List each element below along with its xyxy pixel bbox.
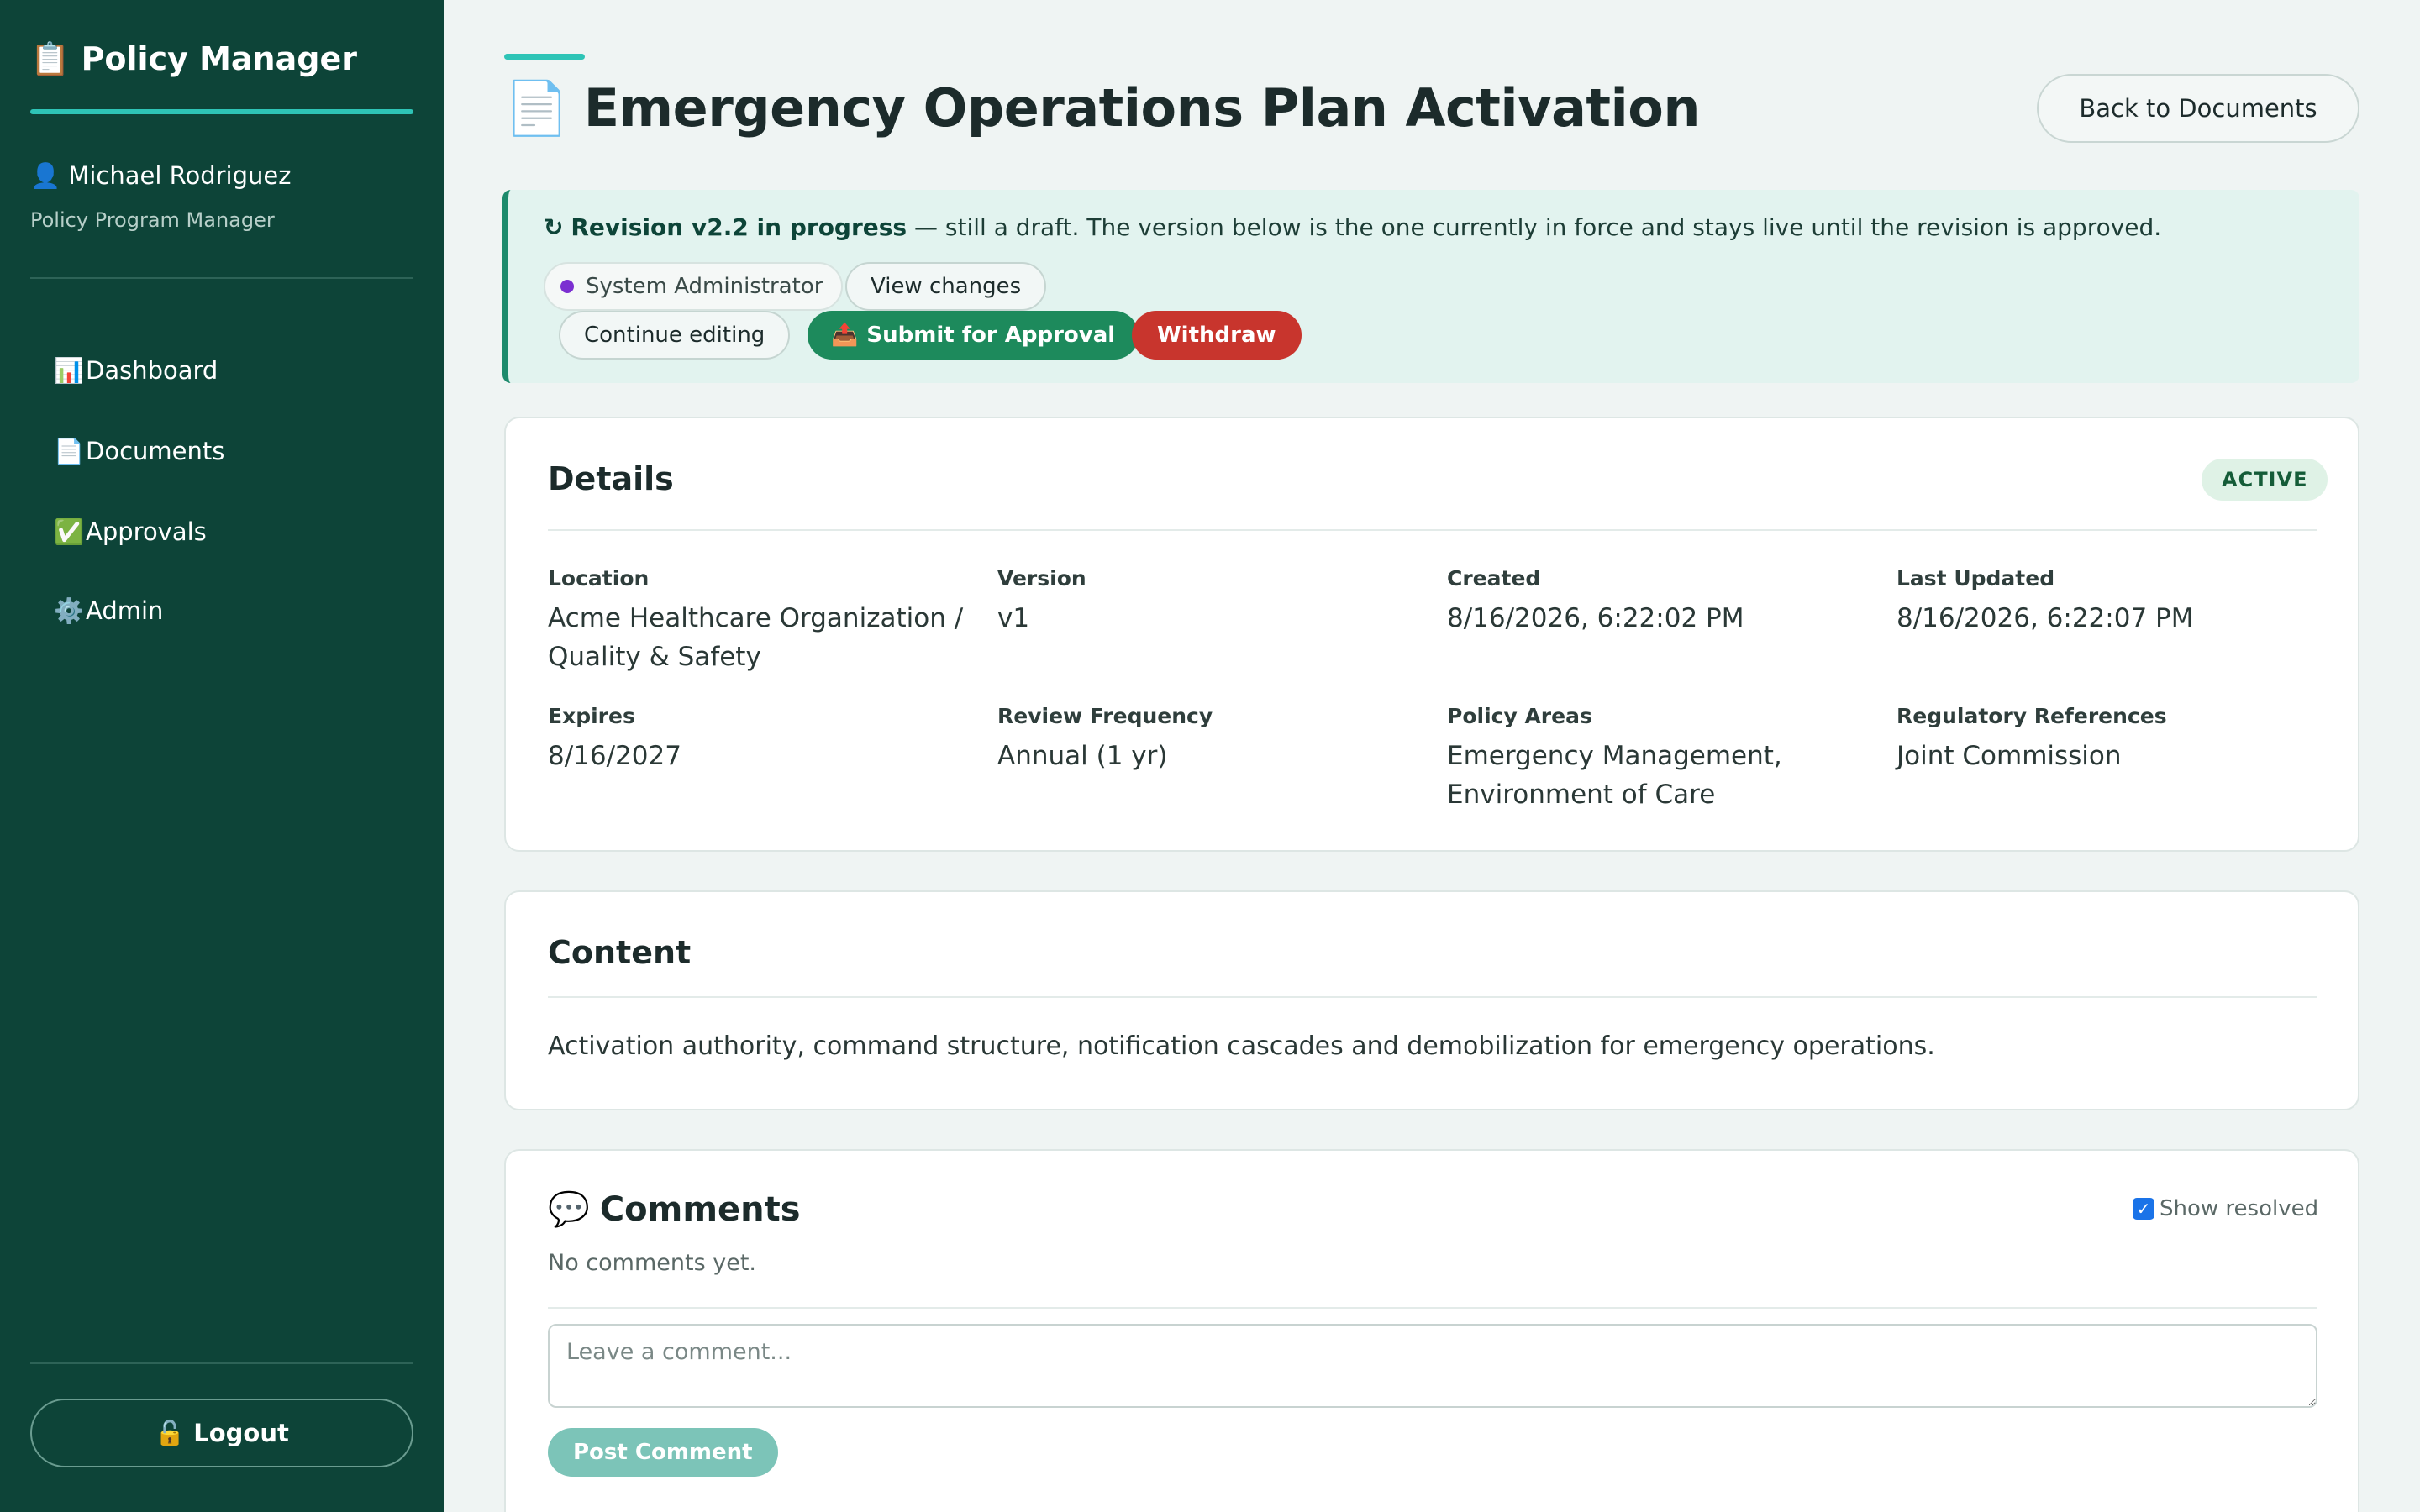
logout-button[interactable]: 🔓 Logout (30, 1399, 413, 1467)
empty-comments-message: No comments yet. (548, 1250, 756, 1276)
outbox-icon: 📤 (831, 323, 859, 348)
field-label: Regulatory References (1897, 704, 2167, 728)
clipboard-icon: 📋 (30, 40, 71, 77)
speech-bubble-icon: 💬 (548, 1190, 590, 1229)
user-role: Policy Program Manager (30, 208, 275, 232)
field-created: Created 8/16/2026, 6:22:02 PM (1447, 566, 1876, 638)
card-divider (548, 1307, 2317, 1309)
gear-icon: ⚙️ (54, 596, 85, 625)
chart-icon: 📊 (54, 356, 85, 385)
unlock-icon: 🔓 (155, 1418, 186, 1447)
card-divider (548, 529, 2317, 531)
field-value: Joint Commission (1897, 741, 2122, 771)
submit-label: Submit for Approval (866, 323, 1116, 348)
view-changes-button[interactable]: View changes (845, 262, 1047, 311)
sidebar-item-approvals[interactable]: ✅Approvals (54, 517, 207, 547)
field-value: 8/16/2027 (548, 741, 681, 771)
user-name: Michael Rodriguez (68, 161, 292, 190)
sidebar-item-label: Documents (86, 437, 225, 465)
checkmark-icon: ✅ (54, 517, 85, 546)
revision-title: Revision v2.2 in progress (571, 213, 908, 241)
back-to-documents-button[interactable]: Back to Documents (2037, 74, 2360, 143)
field-label: Version (997, 566, 1086, 591)
comments-title-text: Comments (599, 1190, 801, 1229)
document-icon: 📄 (54, 437, 85, 465)
app-title: Policy Manager (81, 40, 357, 77)
field-value: Annual (1 yr) (997, 741, 1168, 771)
current-user: 👤 Michael Rodriguez (30, 161, 291, 191)
details-title: Details (548, 460, 674, 497)
field-label: Created (1447, 566, 1541, 591)
revision-author-chip: System Administrator (544, 262, 844, 311)
page-title-text: Emergency Operations Plan Activation (583, 77, 1701, 139)
field-label: Expires (548, 704, 635, 728)
field-expires: Expires 8/16/2027 (548, 704, 976, 775)
card-divider (548, 996, 2317, 998)
sidebar-item-label: Approvals (86, 517, 207, 546)
sidebar: 📋 Policy Manager 👤 Michael Rodriguez Pol… (0, 0, 444, 1512)
withdraw-button[interactable]: Withdraw (1132, 311, 1302, 360)
field-location: Location Acme Healthcare Organization / … (548, 566, 976, 676)
show-resolved-checkbox[interactable]: ✓ (2133, 1198, 2154, 1220)
revision-description: — still a draft. The version below is th… (907, 213, 2162, 241)
app-brand: 📋 Policy Manager (30, 40, 357, 78)
field-review-frequency: Review Frequency Annual (1 yr) (997, 704, 1426, 775)
field-label: Policy Areas (1447, 704, 1592, 728)
document-icon: 📄 (504, 77, 569, 139)
sidebar-item-admin[interactable]: ⚙️Admin (54, 596, 163, 626)
content-body: Activation authority, command structure,… (548, 1032, 1935, 1061)
sidebar-item-dashboard[interactable]: 📊Dashboard (54, 356, 218, 386)
revision-banner: ↻ Revision v2.2 in progress — still a dr… (502, 190, 2360, 383)
field-regulatory-references: Regulatory References Joint Commission (1897, 704, 2325, 775)
user-icon: 👤 (30, 161, 61, 190)
show-resolved-label: Show resolved (2160, 1196, 2319, 1221)
logout-label: Logout (193, 1419, 289, 1447)
revision-author: System Administrator (586, 274, 823, 299)
sidebar-item-label: Dashboard (86, 356, 218, 385)
revision-icon: ↻ (544, 213, 564, 241)
show-resolved-toggle[interactable]: ✓ Show resolved (2133, 1196, 2318, 1221)
status-dot (560, 280, 574, 293)
status-badge: ACTIVE (2202, 459, 2328, 501)
field-label: Location (548, 566, 650, 591)
sidebar-divider (30, 277, 413, 279)
sidebar-divider (30, 1362, 413, 1364)
comment-input[interactable] (548, 1324, 2317, 1408)
sidebar-item-label: Admin (86, 596, 164, 625)
title-accent-bar (504, 54, 585, 60)
post-comment-button[interactable]: Post Comment (548, 1428, 778, 1477)
details-card: Details ACTIVE Location Acme Healthcare … (504, 417, 2360, 852)
field-last-updated: Last Updated 8/16/2026, 6:22:07 PM (1897, 566, 2325, 638)
comments-title: 💬 Comments (548, 1189, 801, 1229)
revision-message: ↻ Revision v2.2 in progress — still a dr… (544, 213, 2161, 241)
submit-for-approval-button[interactable]: 📤 Submit for Approval (808, 311, 1139, 360)
page-title: 📄 Emergency Operations Plan Activation (504, 77, 1701, 139)
field-value: 8/16/2026, 6:22:07 PM (1897, 603, 2194, 633)
field-label: Last Updated (1897, 566, 2055, 591)
field-label: Review Frequency (997, 704, 1213, 728)
content-card: Content Activation authority, command st… (504, 890, 2360, 1110)
comments-card: 💬 Comments ✓ Show resolved No comments ye… (504, 1149, 2360, 1512)
field-value: 8/16/2026, 6:22:02 PM (1447, 603, 1744, 633)
brand-underline (30, 109, 413, 114)
content-title: Content (548, 934, 692, 971)
field-policy-areas: Policy Areas Emergency Management, Envir… (1447, 704, 1876, 814)
continue-editing-button[interactable]: Continue editing (559, 311, 791, 360)
field-value: v1 (997, 603, 1030, 633)
field-value: Acme Healthcare Organization / Quality &… (548, 603, 964, 672)
sidebar-item-documents[interactable]: 📄Documents (54, 437, 224, 466)
field-version: Version v1 (997, 566, 1426, 638)
field-value: Emergency Management, Environment of Car… (1447, 741, 1782, 810)
